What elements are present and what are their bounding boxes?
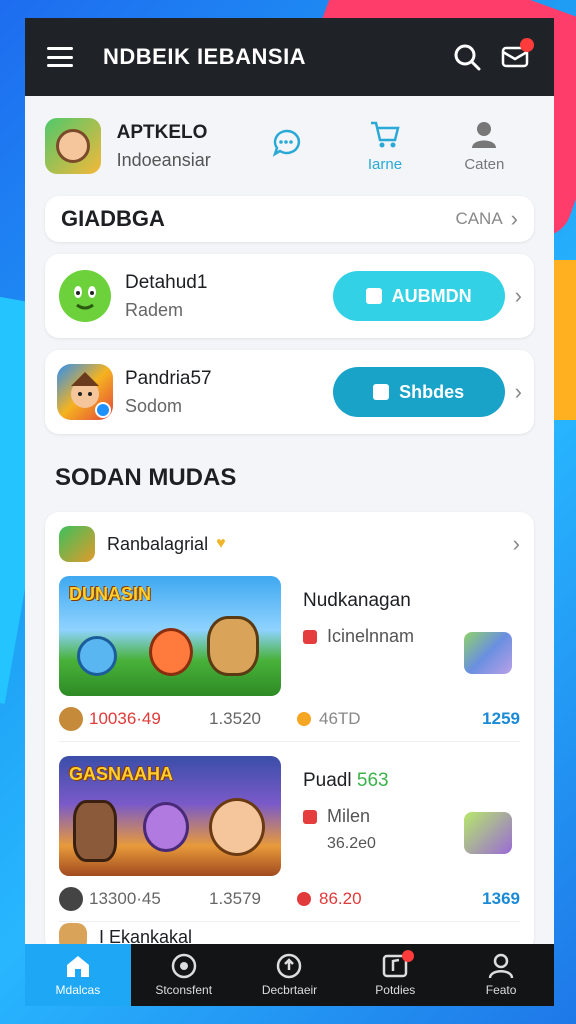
action-button[interactable]: Shbdes [332,367,505,417]
stat-value: 13300·45 [89,888,161,908]
tab-profile[interactable]: Feato [448,944,554,1006]
game-banner[interactable]: GASNAAHA [59,756,281,876]
tab-discover[interactable]: Stconsfent [131,944,237,1006]
chevron-right-icon: › [514,379,522,404]
search-icon[interactable] [450,40,484,74]
avatar[interactable] [59,526,95,562]
item-name: Detahud1 [125,271,208,293]
item-name: Pandria57 [125,367,212,389]
flower-icon [303,629,317,644]
chat-icon [272,129,300,157]
app-icon-game [57,364,113,420]
tab-label: Feato [485,983,517,997]
user-icon [472,121,497,148]
section-title: GIADBGA [61,206,165,231]
item-subtitle: Sodom [125,395,183,416]
cart-label: Iarne [367,155,403,173]
stat-value: 86.20 [319,888,362,908]
profile-icon [488,953,514,979]
account-label: Caten [464,155,505,173]
account-button[interactable]: Caten [435,120,534,173]
verified-heart-icon: ♥ [216,535,226,552]
feed-header[interactable]: Ranbalagrial ♥ › [59,522,520,566]
feed-card: Ranbalagrial ♥ › DUNASIN Nudkanagan Icin… [45,512,534,952]
upload-icon [277,953,302,979]
tab-upload[interactable]: Decbrtaeir [237,944,343,1006]
stat-value: 1369 [482,888,520,908]
stat-value: 1.3579 [209,888,261,908]
list-item[interactable]: Detahud1 Radem AUBMDN › [45,254,534,338]
game-title: Puadl 563 [303,770,389,791]
status-dot-icon [297,711,311,726]
stat-value: 1259 [482,708,520,728]
tab-label: Mdalcas [55,983,101,997]
list-item[interactable]: Pandria57 Sodom Shbdes › [45,350,534,434]
notification-badge [402,950,415,962]
chevron-right-icon: › [514,283,522,308]
menu-icon[interactable] [47,47,73,67]
chat-button[interactable] [236,128,335,164]
status-dot-icon [297,891,311,906]
cart-button[interactable]: Iarne [335,120,434,173]
banner-title: DUNASIN [69,584,152,604]
bottom-tab-bar: Mdalcas Stconsfent Decbrtaeir Potdies Fe… [25,944,554,1006]
game-stats: 13300·45 1.3579 86.20 1369 [59,876,520,922]
tab-label: Decbrtaeir [261,983,318,997]
banner-title: GASNAAHA [69,764,174,784]
cart-icon [370,121,400,147]
home-icon [66,956,89,977]
game-title-accent: 563 [356,770,389,791]
game-banner[interactable]: DUNASIN [59,576,281,696]
game-title: Nudkanagan [303,590,411,611]
grid-tile-icon[interactable] [464,632,512,674]
section-title-sodan-mudas: SODAN MUDAS [55,464,237,491]
top-bar: NDBEIK IEBANSIA [25,18,554,96]
notifications-icon[interactable] [498,38,534,74]
profile-row: APTKELO Indoeansiar Iarne Caten [45,96,534,196]
game-item[interactable]: DUNASIN Nudkanagan Icinelnnam [59,576,520,696]
chevron-right-icon: › [510,206,518,231]
game-item[interactable]: GASNAAHA Puadl 563 Milen 36.2e0 [59,756,520,876]
target-icon [171,953,196,979]
profile-name: APTKELO [116,121,208,143]
tab-music[interactable]: Potdies [342,944,448,1006]
tab-home[interactable]: Mdalcas [25,944,131,1006]
button-icon [373,384,390,400]
notification-badge [520,38,534,52]
stat-value: 10036·49 [89,708,161,728]
feed-username: Ranbalagrial [107,533,209,554]
game-stats: 10036·49 1.3520 46TD 1259 [59,696,520,742]
main-content: APTKELO Indoeansiar Iarne Caten GIADBGA … [25,96,554,952]
app-icon-green [57,268,113,324]
avatar[interactable] [45,118,101,174]
stat-value: 46TD [319,708,361,728]
action-button[interactable]: AUBMDN [332,271,505,321]
app-title: NDBEIK IEBANSIA [103,44,307,69]
cow-icon [59,886,83,911]
profile-subtitle: Indoeansiar [116,149,211,170]
media-tile-icon[interactable] [464,812,512,854]
stat-value: 1.3520 [209,708,261,728]
app-screen: NDBEIK IEBANSIA APTKELO Indoeansiar Iarn… [25,18,554,1006]
chevron-right-icon[interactable]: › [513,531,520,557]
flag-icon [303,809,317,824]
item-subtitle: Radem [125,299,184,320]
tab-label: Potdies [375,983,416,997]
tab-label: Stconsfent [155,983,213,997]
section-more-link[interactable]: CANA [455,209,502,229]
coin-icon [59,706,83,731]
button-icon [365,288,382,304]
section-header-giadbga[interactable]: GIADBGA CANA › [45,196,534,242]
